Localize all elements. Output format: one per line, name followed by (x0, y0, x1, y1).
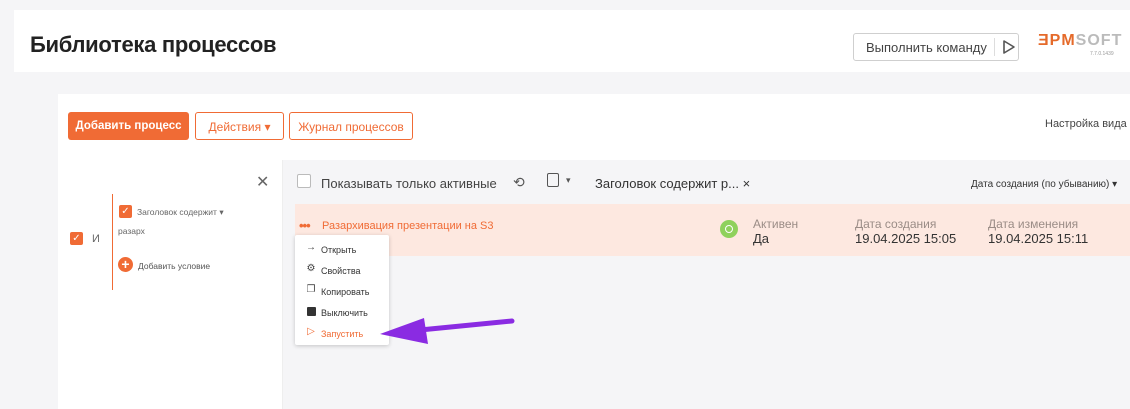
created-value: 19.04.2025 15:05 (855, 231, 957, 246)
menu-item-disable[interactable]: Выключить (295, 302, 389, 322)
menu-item-properties[interactable]: ⚙ Свойства (295, 260, 389, 280)
created-header: Дата создания (855, 217, 937, 231)
view-settings-button[interactable]: Настройка вида (1045, 118, 1127, 130)
menu-item-label: Копировать (321, 287, 370, 297)
group-operator-label[interactable]: И (92, 233, 100, 245)
close-icon[interactable]: ✕ (256, 172, 269, 192)
document-icon[interactable] (547, 173, 559, 187)
menu-item-label: Запустить (321, 329, 364, 339)
process-title[interactable]: Разархивация презентации на S3 (322, 220, 494, 232)
more-icon[interactable]: ••• (299, 218, 311, 233)
menu-item-label: Свойства (321, 266, 361, 276)
gear-icon: ⚙ (306, 263, 316, 274)
process-journal-button[interactable]: Журнал процессов (289, 112, 413, 140)
logo-part-2: SOFT (1075, 32, 1123, 49)
table-row[interactable]: ••• Разархивация презентации на S3 Актив… (295, 204, 1130, 256)
status-icon (720, 220, 738, 238)
actions-button[interactable]: Действия ▾ (195, 112, 284, 140)
menu-item-label: Выключить (321, 308, 368, 318)
add-condition-button[interactable]: Добавить условие (138, 261, 210, 271)
active-value: Да (753, 231, 770, 246)
group-checkbox[interactable]: ✓ (70, 232, 83, 245)
command-divider (994, 38, 995, 56)
logo-part-1: ƎPM (1038, 32, 1076, 49)
condition-value[interactable]: разарх (118, 226, 145, 236)
condition-label[interactable]: Заголовок содержит ▾ (137, 207, 224, 218)
menu-item-run[interactable]: ▷ Запустить (295, 323, 389, 343)
context-menu: → Открыть ⚙ Свойства ❐ Копировать Выключ… (295, 235, 389, 345)
sort-dropdown[interactable]: Дата создания (по убыванию) ▾ (971, 179, 1117, 190)
add-process-button[interactable]: Добавить процесс (68, 112, 189, 140)
filter-panel: ✕ ✓ И ✓ Заголовок содержит ▾ разарх + До… (58, 160, 283, 409)
filter-group-line (112, 194, 113, 290)
brand-logo: ƎPMSOFT (1038, 32, 1122, 50)
version-label: 7.7.0.1439 (1090, 51, 1114, 57)
command-input-label: Выполнить команду (866, 40, 987, 55)
play-icon: ▷ (307, 326, 315, 337)
play-icon[interactable] (1002, 39, 1016, 55)
menu-item-label: Открыть (321, 245, 357, 255)
menu-item-copy[interactable]: ❐ Копировать (295, 281, 389, 301)
refresh-icon[interactable]: ⟲ (513, 174, 525, 191)
toolbar: Добавить процесс Действия ▾ Журнал проце… (58, 94, 1130, 162)
active-only-checkbox[interactable] (297, 174, 311, 188)
search-filter-chip[interactable]: Заголовок содержит р... × (595, 176, 750, 191)
arrow-right-icon: → (306, 242, 316, 253)
copy-icon: ❐ (306, 284, 316, 295)
stop-icon (307, 307, 316, 316)
process-list: Показывать только активные ⟲ ▾ Заголовок… (283, 160, 1130, 409)
page-title: Библиотека процессов (30, 32, 277, 57)
list-filter-bar: Показывать только активные ⟲ ▾ Заголовок… (283, 160, 1130, 202)
active-only-label[interactable]: Показывать только активные (321, 176, 497, 191)
modified-header: Дата изменения (988, 217, 1079, 231)
plus-icon[interactable]: + (118, 257, 133, 272)
command-input[interactable]: Выполнить команду (853, 33, 1019, 61)
active-header: Активен (753, 217, 799, 231)
menu-item-open[interactable]: → Открыть (295, 239, 389, 259)
chevron-down-icon[interactable]: ▾ (566, 175, 571, 186)
condition-checkbox[interactable]: ✓ (119, 205, 132, 218)
modified-value: 19.04.2025 15:11 (988, 231, 1089, 246)
